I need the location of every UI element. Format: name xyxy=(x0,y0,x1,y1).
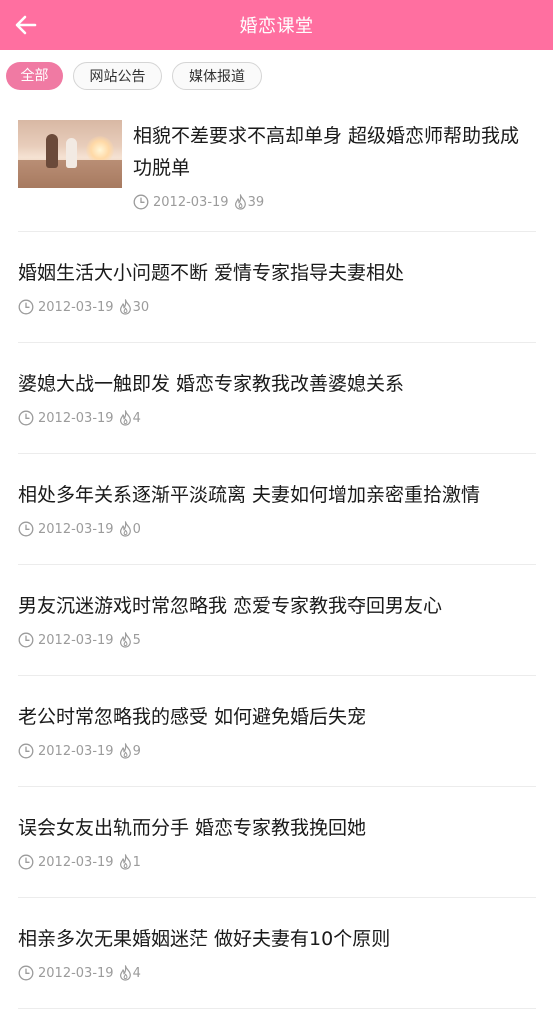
article-date: 2012-03-19 xyxy=(38,299,114,315)
article-item[interactable]: 男友沉迷游戏时常忽略我 恋爱专家教我夺回男友心 2012-03-19 5 xyxy=(18,565,536,676)
clock-icon xyxy=(18,410,34,426)
article-title: 误会女友出轨而分手 婚恋专家教我挽回她 xyxy=(18,817,367,839)
clock-icon xyxy=(18,743,34,759)
article-item[interactable]: 相处多年关系逐渐平淡疏离 夫妻如何增加亲密重拾激情 2012-03-19 0 xyxy=(18,454,536,565)
category-tabs: 全部 网站公告 媒体报道 xyxy=(0,50,553,100)
article-title: 相貌不差要求不高却单身 超级婚恋师帮助我成功脱单 xyxy=(133,125,520,179)
clock-icon xyxy=(18,632,34,648)
back-button[interactable] xyxy=(10,9,42,41)
fire-icon xyxy=(119,521,132,537)
article-meta: 2012-03-19 30 xyxy=(18,299,149,315)
clock-icon xyxy=(18,521,34,537)
back-arrow-icon xyxy=(15,15,37,35)
article-views: 39 xyxy=(247,194,265,210)
article-title: 相亲多次无果婚姻迷茫 做好夫妻有10个原则 xyxy=(18,928,391,950)
article-date: 2012-03-19 xyxy=(38,521,114,537)
tab-all[interactable]: 全部 xyxy=(6,62,63,90)
fire-icon xyxy=(234,194,247,210)
article-views: 5 xyxy=(132,632,141,648)
article-meta: 2012-03-19 5 xyxy=(18,632,141,648)
article-meta: 2012-03-19 4 xyxy=(18,965,141,981)
tab-site-notice[interactable]: 网站公告 xyxy=(73,62,162,90)
article-date: 2012-03-19 xyxy=(153,194,229,210)
clock-icon xyxy=(18,299,34,315)
article-date: 2012-03-19 xyxy=(38,632,114,648)
article-title: 老公时常忽略我的感受 如何避免婚后失宠 xyxy=(18,706,367,728)
article-item[interactable]: 相貌不差要求不高却单身 超级婚恋师帮助我成功脱单 2012-03-19 39 xyxy=(18,100,536,232)
article-title: 男友沉迷游戏时常忽略我 恋爱专家教我夺回男友心 xyxy=(18,595,443,617)
article-views: 9 xyxy=(132,743,141,759)
fire-icon xyxy=(119,299,132,315)
article-date: 2012-03-19 xyxy=(38,854,114,870)
clock-icon xyxy=(18,854,34,870)
fire-icon xyxy=(119,854,132,870)
article-date: 2012-03-19 xyxy=(38,410,114,426)
article-item[interactable]: 婚姻生活大小问题不断 爱情专家指导夫妻相处 2012-03-19 30 xyxy=(18,232,536,343)
top-bar: 婚恋课堂 xyxy=(0,0,553,50)
article-title: 相处多年关系逐渐平淡疏离 夫妻如何增加亲密重拾激情 xyxy=(18,484,481,506)
article-title: 婆媳大战一触即发 婚恋专家教我改善婆媳关系 xyxy=(18,373,405,395)
clock-icon xyxy=(133,194,149,210)
article-thumbnail xyxy=(18,120,122,188)
article-views: 0 xyxy=(132,521,141,537)
article-meta: 2012-03-19 39 xyxy=(133,194,264,210)
tab-media-reports[interactable]: 媒体报道 xyxy=(172,62,262,90)
clock-icon xyxy=(18,965,34,981)
page-title: 婚恋课堂 xyxy=(239,16,314,37)
article-views: 4 xyxy=(132,410,141,426)
article-views: 1 xyxy=(132,854,141,870)
article-meta: 2012-03-19 0 xyxy=(18,521,141,537)
article-item[interactable]: 误会女友出轨而分手 婚恋专家教我挽回她 2012-03-19 1 xyxy=(18,787,536,898)
article-date: 2012-03-19 xyxy=(38,743,114,759)
fire-icon xyxy=(119,743,132,759)
article-meta: 2012-03-19 4 xyxy=(18,410,141,426)
article-item[interactable]: 相亲多次无果婚姻迷茫 做好夫妻有10个原则 2012-03-19 4 xyxy=(18,898,536,1009)
article-item[interactable]: 老公时常忽略我的感受 如何避免婚后失宠 2012-03-19 9 xyxy=(18,676,536,787)
fire-icon xyxy=(119,632,132,648)
fire-icon xyxy=(119,410,132,426)
fire-icon xyxy=(119,965,132,981)
article-date: 2012-03-19 xyxy=(38,965,114,981)
article-title: 婚姻生活大小问题不断 爱情专家指导夫妻相处 xyxy=(18,262,405,284)
article-views: 30 xyxy=(132,299,150,315)
article-meta: 2012-03-19 1 xyxy=(18,854,141,870)
article-list: 相貌不差要求不高却单身 超级婚恋师帮助我成功脱单 2012-03-19 39 婚… xyxy=(0,100,553,1009)
article-meta: 2012-03-19 9 xyxy=(18,743,141,759)
article-views: 4 xyxy=(132,965,141,981)
article-item[interactable]: 婆媳大战一触即发 婚恋专家教我改善婆媳关系 2012-03-19 4 xyxy=(18,343,536,454)
